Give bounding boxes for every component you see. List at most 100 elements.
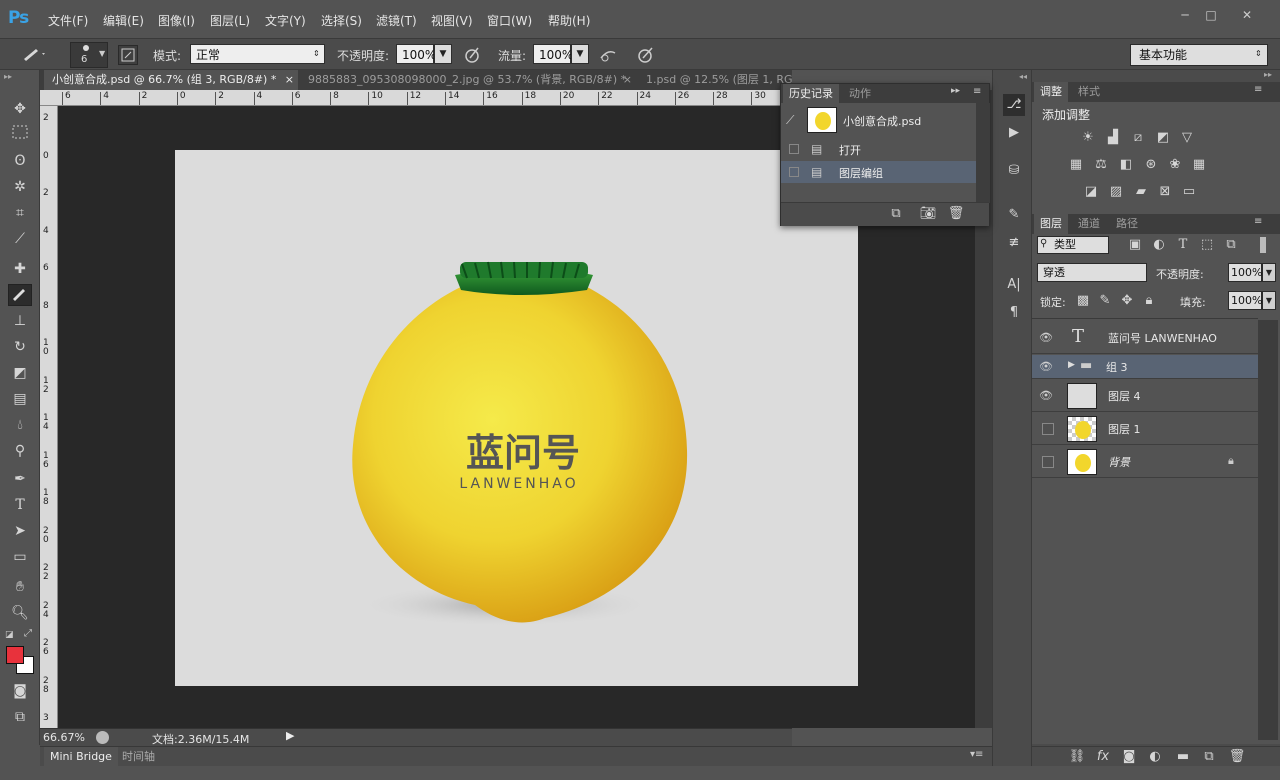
history-state-current[interactable]: ▤ 图层编组 <box>781 161 976 183</box>
brush-size-picker[interactable]: 6 ▼ <box>70 42 108 68</box>
layer-opacity-input[interactable]: 100% <box>1228 263 1262 282</box>
restore-button[interactable]: □ <box>1196 6 1226 24</box>
panel-menu-icon[interactable]: ≡ <box>973 86 981 97</box>
opacity-dropdown-button[interactable]: ▼ <box>434 44 452 64</box>
menu-help[interactable]: 帮助(H) <box>548 12 590 29</box>
crop-tool-icon[interactable]: ⌗ <box>8 202 32 224</box>
lock-image-icon[interactable]: ✎ <box>1096 293 1114 309</box>
lock-all-icon[interactable]: 🔒︎ <box>1140 293 1158 309</box>
filter-toggle-icon[interactable] <box>1260 237 1266 253</box>
exposure-icon[interactable]: ◩ <box>1154 130 1172 146</box>
doc-tab[interactable]: 9885883_095308098000_2.jpg @ 53.7% (背景, … <box>300 70 636 90</box>
levels-icon[interactable]: ▟ <box>1104 130 1122 146</box>
panel-menu-icon[interactable]: ▾≡ <box>970 749 983 760</box>
history-source-toggle[interactable] <box>789 144 799 154</box>
history-snapshot[interactable]: ⟋ 小创意合成.psd <box>781 104 976 138</box>
layer-row-smart[interactable]: 图层 1 <box>1032 413 1258 445</box>
tab-actions[interactable]: 动作 <box>843 84 877 103</box>
filter-adjustment-icon[interactable]: ◐ <box>1150 237 1168 253</box>
character-panel-icon[interactable]: A| <box>1003 274 1025 296</box>
threshold-icon[interactable]: ▰ <box>1132 184 1150 200</box>
document-canvas[interactable]: 蓝问号 LANWENHAO <box>175 150 858 686</box>
layer-row-text[interactable]: 👁︎ T 蓝问号 LANWENHAO <box>1032 322 1258 354</box>
visibility-toggle-off[interactable] <box>1042 456 1054 468</box>
selective-color-icon[interactable]: ▭ <box>1180 184 1198 200</box>
zoom-level[interactable]: 66.67% <box>43 731 85 744</box>
close-button[interactable]: ✕ <box>1230 6 1264 24</box>
workspace-preset-select[interactable]: 基本功能 <box>1130 44 1268 66</box>
tab-mini-bridge[interactable]: Mini Bridge <box>44 747 118 767</box>
history-scrollbar[interactable] <box>976 103 990 203</box>
lock-position-icon[interactable]: ✥ <box>1118 293 1136 309</box>
black-white-icon[interactable]: ◧ <box>1117 157 1135 173</box>
history-panel-icon[interactable]: ⎇ <box>1003 94 1025 116</box>
menu-type[interactable]: 文字(Y) <box>265 12 306 29</box>
zoom-tool-icon[interactable]: 🔍︎ <box>8 602 32 624</box>
expand-triangle-icon[interactable]: ▶ <box>1068 360 1075 370</box>
layers-scrollbar[interactable] <box>1258 320 1278 740</box>
rectangle-tool-icon[interactable]: ▭ <box>8 546 32 568</box>
channel-mixer-icon[interactable]: ❀ <box>1166 157 1184 173</box>
menu-view[interactable]: 视图(V) <box>431 12 473 29</box>
flow-input[interactable]: 100% <box>533 44 573 64</box>
tab-history[interactable]: 历史记录 <box>783 84 839 103</box>
doc-tab[interactable]: 1.psd @ 12.5% (图层 1, RGB/8#) <box>638 70 792 90</box>
menu-layer[interactable]: 图层(L) <box>210 12 250 29</box>
pressure-opacity-icon[interactable] <box>462 45 482 65</box>
lasso-tool-icon[interactable]: ʘ <box>8 150 32 172</box>
flow-dropdown-button[interactable]: ▼ <box>571 44 589 64</box>
brush-presets-panel-icon[interactable]: ✎ <box>1003 204 1025 226</box>
healing-brush-tool-icon[interactable]: ✚ <box>8 258 32 280</box>
filter-smart-object-icon[interactable]: ⧉ <box>1222 237 1240 253</box>
blur-tool-icon[interactable]: 💧︎ <box>8 414 32 436</box>
filter-type-icon[interactable]: T <box>1174 237 1192 253</box>
fx-icon[interactable]: fx <box>1094 749 1112 765</box>
layer-filter-select[interactable]: 类型 <box>1037 236 1109 254</box>
photo-filter-icon[interactable]: ⊛ <box>1142 157 1160 173</box>
pen-tool-icon[interactable]: ✒ <box>8 468 32 490</box>
gradient-tool-icon[interactable]: ▤ <box>8 388 32 410</box>
menu-window[interactable]: 窗口(W) <box>487 12 532 29</box>
gradient-map-icon[interactable]: ⊠ <box>1156 184 1174 200</box>
fill-dropdown-button[interactable]: ▼ <box>1262 291 1276 310</box>
menu-image[interactable]: 图像(I) <box>158 12 195 29</box>
menu-select[interactable]: 选择(S) <box>321 12 362 29</box>
filter-pixel-icon[interactable]: ▣ <box>1126 237 1144 253</box>
move-tool-icon[interactable]: ✥ <box>8 98 32 120</box>
foreground-color-swatch[interactable] <box>6 646 24 664</box>
hue-saturation-icon[interactable]: ▦ <box>1067 157 1085 173</box>
default-colors-icon[interactable]: ◪ <box>5 630 14 640</box>
adjustment-layer-icon[interactable]: ◐ <box>1146 749 1164 765</box>
eyedropper-tool-icon[interactable]: ⟋ <box>8 228 32 250</box>
tab-adjustments[interactable]: 调整 <box>1034 82 1068 102</box>
panel-menu-icon[interactable]: ≡ <box>1254 216 1262 227</box>
layer-row-background[interactable]: 背景 🔒︎ <box>1032 446 1258 478</box>
menu-edit[interactable]: 编辑(E) <box>103 12 144 29</box>
vibrance-icon[interactable]: ▽ <box>1178 130 1196 146</box>
quick-mask-icon[interactable]: ◙ <box>8 680 32 702</box>
mode-select[interactable]: 正常 <box>190 44 325 64</box>
document-profile-icon[interactable] <box>96 731 109 744</box>
visibility-toggle-off[interactable] <box>1042 423 1054 435</box>
visibility-eye-icon[interactable]: 👁︎ <box>1038 359 1054 375</box>
actions-panel-icon[interactable]: ▶ <box>1003 122 1025 144</box>
trash-icon[interactable]: 🗑︎ <box>947 206 965 222</box>
brush-panel-icon[interactable]: ≢ <box>1003 232 1025 254</box>
new-document-from-state-icon[interactable]: ⧉ <box>887 206 905 222</box>
brush-tool-icon[interactable] <box>8 284 32 306</box>
menu-file[interactable]: 文件(F) <box>48 12 88 29</box>
close-icon[interactable]: × <box>285 70 294 90</box>
layer-row-pixel[interactable]: 👁︎ 图层 4 <box>1032 380 1258 412</box>
menu-filter[interactable]: 滤镜(T) <box>376 12 417 29</box>
pressure-size-icon[interactable] <box>636 45 656 65</box>
history-brush-tool-icon[interactable]: ↻ <box>8 336 32 358</box>
tab-channels[interactable]: 通道 <box>1072 214 1106 234</box>
panel-menu-icon[interactable]: ≡ <box>1254 84 1262 95</box>
brush-panel-toggle-icon[interactable] <box>118 45 138 65</box>
camera-snapshot-icon[interactable]: 📷︎ <box>919 206 937 222</box>
properties-panel-icon[interactable]: ⛁ <box>1003 160 1025 182</box>
marquee-tool-icon[interactable] <box>8 124 32 146</box>
fill-input[interactable]: 100% <box>1228 291 1262 310</box>
eraser-tool-icon[interactable]: ◩ <box>8 362 32 384</box>
magic-wand-tool-icon[interactable]: ✲ <box>8 176 32 198</box>
